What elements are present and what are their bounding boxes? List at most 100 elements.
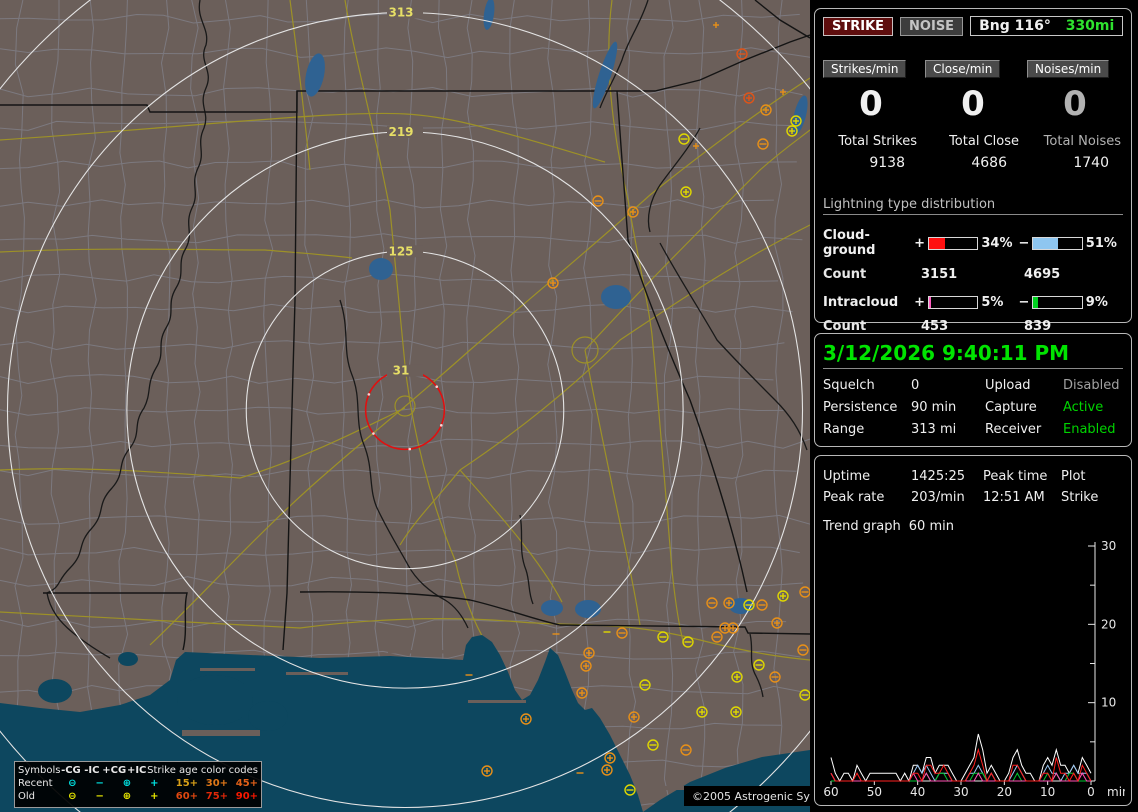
status-row: Squelch0UploadDisabled xyxy=(823,378,1123,393)
svg-text:60: 60 xyxy=(823,785,838,796)
svg-text:20: 20 xyxy=(997,785,1012,796)
count-row: Count31514695 xyxy=(823,267,1123,282)
trend-graph-label: Trend graph xyxy=(823,519,901,534)
minus-sign: − xyxy=(1019,236,1030,251)
strike-age-code: 90+ xyxy=(228,791,258,802)
total-value: 1740 xyxy=(1027,155,1123,171)
strike-age-title: Strike age color codes xyxy=(147,765,258,776)
svg-text:10: 10 xyxy=(1101,696,1116,710)
counters-panel: STRIKE NOISE Bng 116° 330mi Strikes/min0… xyxy=(814,8,1132,323)
legend-symbol-icon: ⊕ xyxy=(113,791,140,802)
negative-count: 4695 xyxy=(1024,267,1060,282)
sidebar: STRIKE NOISE Bng 116° 330mi Strikes/min0… xyxy=(812,0,1138,812)
strike-age-code: 15+ xyxy=(168,778,198,789)
legend-row-label: Recent xyxy=(18,778,59,789)
rate-counters: Strikes/min0Total Strikes9138Close/min0T… xyxy=(823,58,1123,171)
stat-label: Uptime xyxy=(823,469,911,484)
legend-col-header: -CG xyxy=(60,765,81,776)
status-panel: 3/12/2026 9:40:11 PM Squelch0UploadDisab… xyxy=(814,333,1132,447)
nexstorm-app: { "header": {"strike_btn":"STRIKE","nois… xyxy=(0,0,1138,812)
distribution-title: Lightning type distribution xyxy=(823,197,1123,215)
rate-button[interactable]: Strikes/min xyxy=(823,60,906,78)
legend-row: Recent⊖−⊕+15+30+45+ xyxy=(18,777,258,790)
legend-symbol-icon: + xyxy=(141,791,168,802)
positive-count: 3151 xyxy=(921,267,1024,282)
legend-row-label: Old xyxy=(18,791,59,802)
status-rows: Squelch0UploadDisabled Persistence90 minC… xyxy=(823,378,1123,437)
svg-text:20: 20 xyxy=(1101,617,1116,631)
counter-column: Noises/min0Total Noises1740 xyxy=(1027,58,1123,171)
noise-toggle-button[interactable]: NOISE xyxy=(900,17,963,36)
stat-row: Peak rate203/min12:51 AMStrike xyxy=(823,490,1123,505)
strike-toggle-button[interactable]: STRIKE xyxy=(823,17,893,36)
uptime-rows: Uptime1425:25Peak timePlot Peak rate203/m… xyxy=(823,469,1123,505)
positive-percent: 34% xyxy=(981,236,1018,251)
legend-symbol-icon: − xyxy=(86,791,113,802)
legend-col-header: +CG xyxy=(102,765,126,776)
negative-percent: 9% xyxy=(1086,295,1123,310)
rate-button[interactable]: Close/min xyxy=(925,60,1000,78)
setting-value: 0 xyxy=(911,378,985,393)
strike-age-code: 30+ xyxy=(198,778,228,789)
total-label: Total Noises xyxy=(1027,134,1123,149)
legend-col-header: +IC xyxy=(126,765,147,776)
minus-sign: − xyxy=(1019,295,1030,310)
svg-text:40: 40 xyxy=(910,785,925,796)
rate-button[interactable]: Noises/min xyxy=(1027,60,1109,78)
status-row: Persistence90 minCaptureActive xyxy=(823,400,1123,415)
counter-column: Strikes/min0Total Strikes9138 xyxy=(823,58,919,171)
strike-age-code: 60+ xyxy=(168,791,198,802)
setting-value: 90 min xyxy=(911,400,985,415)
svg-text:min: min xyxy=(1107,785,1125,796)
legend-row: Old⊖−⊕+60+75+90+ xyxy=(18,790,258,803)
svg-text:10: 10 xyxy=(1040,785,1055,796)
trend-graph-window: 60 min xyxy=(909,519,954,534)
setting-value: Disabled xyxy=(1063,378,1123,393)
stat-value: 1425:25 xyxy=(911,469,983,484)
setting-value: 313 mi xyxy=(911,422,985,437)
stat-label: 12:51 AM xyxy=(983,490,1061,505)
setting-value: Enabled xyxy=(1063,422,1123,437)
setting-label: Range xyxy=(823,422,911,437)
legend-symbols-header: Symbols xyxy=(18,765,60,776)
strike-age-code: 45+ xyxy=(228,778,258,789)
ring-label: 31 xyxy=(393,364,410,378)
legend-header: Symbols-CG-IC+CG+ICStrike age color code… xyxy=(18,764,258,777)
bearing-range-indicator: Bng 116° 330mi xyxy=(970,16,1123,36)
copyright-text: ©2005 Astrogenic Systems xyxy=(692,790,810,803)
bearing-value: Bng 116° xyxy=(979,18,1051,34)
negative-bar xyxy=(1032,296,1082,309)
ring-label: 313 xyxy=(388,5,413,19)
total-label: Total Close xyxy=(925,134,1021,149)
positive-count: 453 xyxy=(921,319,1024,334)
plus-sign: + xyxy=(914,236,925,251)
strike-age-code: 75+ xyxy=(198,791,228,802)
map-legend: Symbols-CG-IC+CG+ICStrike age color code… xyxy=(14,761,262,808)
rate-value: 0 xyxy=(925,84,1021,124)
display-toggle-row: STRIKE NOISE Bng 116° 330mi xyxy=(823,16,1123,36)
stat-row: Uptime1425:25Peak timePlot xyxy=(823,469,1123,484)
svg-text:30: 30 xyxy=(1101,539,1116,553)
stats-panel: Uptime1425:25Peak timePlot Peak rate203/m… xyxy=(814,455,1132,806)
distribution-label: Cloud-ground xyxy=(823,228,914,258)
counter-column: Close/min 0 Total Close 4686 xyxy=(925,58,1021,171)
total-value: 4686 xyxy=(925,155,1021,171)
trend-graph-row: Trend graph 60 min xyxy=(823,519,1123,534)
strike-map[interactable]: 31125219313 ©2005 Astrogenic Systems Sym… xyxy=(0,0,810,812)
copyright-bar: ©2005 Astrogenic Systems xyxy=(684,786,810,806)
negative-percent: 51% xyxy=(1086,236,1123,251)
legend-symbol-icon: ⊕ xyxy=(113,778,140,789)
distribution-section: Lightning type distribution Cloud-ground… xyxy=(823,197,1123,334)
stat-label: Peak rate xyxy=(823,490,911,505)
negative-count: 839 xyxy=(1024,319,1051,334)
stat-value: Strike xyxy=(1061,490,1123,505)
map-canvas[interactable]: 31125219313 ©2005 Astrogenic Systems xyxy=(0,0,810,812)
trend-graph: 1020306050403020100min xyxy=(823,536,1125,796)
positive-bar xyxy=(928,296,978,309)
ring-label: 219 xyxy=(388,125,413,139)
legend-symbol-icon: − xyxy=(86,778,113,789)
setting-label: Capture xyxy=(985,400,1063,415)
setting-label: Squelch xyxy=(823,378,911,393)
setting-label: Upload xyxy=(985,378,1063,393)
plus-sign: + xyxy=(914,295,925,310)
